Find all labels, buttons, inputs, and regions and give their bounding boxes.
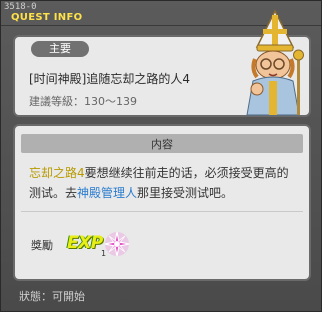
pink-star-icon[interactable] [103,230,131,258]
recommended-level: 建議等級：130～139 [29,95,137,108]
quest-title: [时间神殿]追随忘却之路的人4 [29,72,190,86]
npc-link[interactable]: 神殿管理人 [77,186,137,200]
window-title: QUEST INFO [11,12,83,23]
reward-label: 獎勵 [31,239,53,252]
quest-type-badge: 主要 [31,41,89,57]
quest-description: 忘却之路4要想继续往前走的话，必须接受更高的测试。去神殿管理人那里接受测试吧。 [29,163,299,203]
npc-portrait [246,9,304,116]
reward-divider [21,211,303,212]
quest-name-highlight[interactable]: 忘却之路4 [29,166,85,180]
quest-status: 狀態：可開始 [19,290,85,303]
description-text-end: 那里接受测试吧。 [137,186,234,200]
quest-info-window: 3518-0 QUEST INFO 主要 [时间神殿]追随忘却之路的人4 建議等… [0,0,322,312]
exp-reward-icon[interactable]: EXP [67,233,103,253]
quest-id: 3518-0 [4,2,37,12]
content-header-label: 内容 [151,138,173,151]
content-header: 内容 [21,134,303,153]
